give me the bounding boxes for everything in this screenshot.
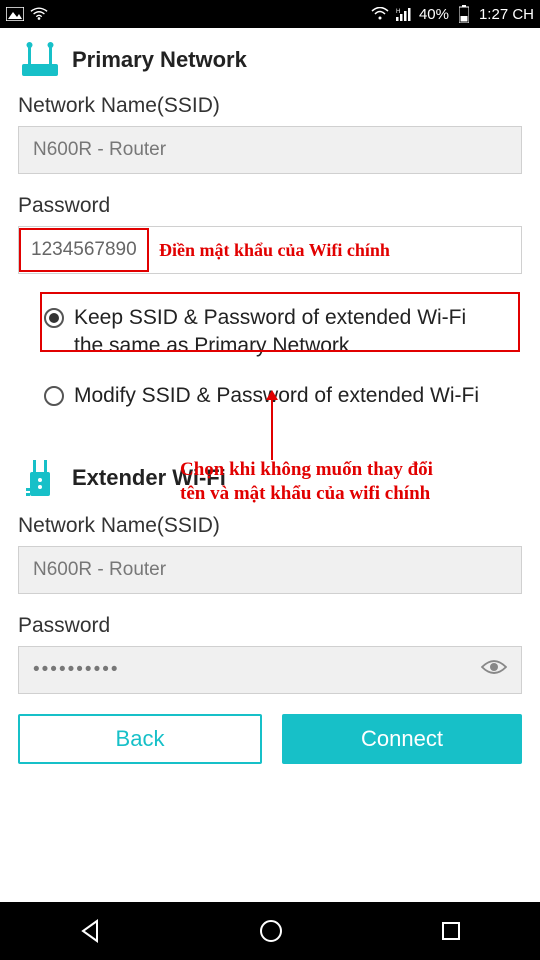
primary-password-label: Password bbox=[18, 194, 522, 218]
router-icon bbox=[18, 42, 62, 78]
back-button-label: Back bbox=[116, 726, 165, 752]
connect-button-label: Connect bbox=[361, 726, 443, 752]
battery-icon bbox=[455, 5, 473, 23]
radio-unchecked-icon bbox=[44, 386, 64, 406]
extender-icon bbox=[18, 458, 62, 498]
nav-back-icon[interactable] bbox=[76, 917, 104, 945]
option-modify-ssid[interactable]: Modify SSID & Password of extended Wi-Fi bbox=[44, 376, 496, 420]
main-content: Primary Network Network Name(SSID) N600R… bbox=[0, 28, 540, 694]
primary-ssid-label: Network Name(SSID) bbox=[18, 94, 522, 118]
battery-percent: 40% bbox=[419, 6, 449, 23]
primary-section-header: Primary Network bbox=[18, 42, 522, 78]
status-bar: H 40% 1:27 CH bbox=[0, 0, 540, 28]
password-annotation: Điền mật khẩu của Wifi chính bbox=[159, 240, 390, 261]
wifi-icon bbox=[30, 5, 48, 23]
android-nav-bar bbox=[0, 902, 540, 960]
extender-section-header: Extender Wi-Fi bbox=[18, 458, 522, 498]
connect-button[interactable]: Connect bbox=[282, 714, 522, 764]
primary-password-highlight: 1234567890 bbox=[19, 228, 149, 272]
primary-title: Primary Network bbox=[72, 47, 247, 73]
extender-ssid-value: N600R - Router bbox=[33, 559, 166, 581]
extender-password-input[interactable]: •••••••••• bbox=[18, 646, 522, 694]
extender-password-label: Password bbox=[18, 614, 522, 638]
extender-password-value: •••••••••• bbox=[33, 659, 120, 681]
cell-signal-icon: H bbox=[395, 5, 413, 23]
option-keep-label: Keep SSID & Password of extended Wi-Fi t… bbox=[74, 304, 496, 360]
primary-ssid-input[interactable]: N600R - Router bbox=[18, 126, 522, 174]
extender-title: Extender Wi-Fi bbox=[72, 465, 226, 491]
svg-text:H: H bbox=[396, 9, 400, 15]
option-keep-ssid[interactable]: Keep SSID & Password of extended Wi-Fi t… bbox=[44, 298, 496, 370]
eye-icon[interactable] bbox=[481, 658, 507, 682]
nav-recent-icon[interactable] bbox=[438, 918, 464, 944]
nav-home-icon[interactable] bbox=[257, 917, 285, 945]
wifi-signal-icon bbox=[371, 5, 389, 23]
extender-ssid-input[interactable]: N600R - Router bbox=[18, 546, 522, 594]
primary-password-value: 1234567890 bbox=[31, 239, 137, 261]
primary-ssid-value: N600R - Router bbox=[33, 139, 166, 161]
clock-time: 1:27 CH bbox=[479, 6, 534, 23]
image-icon bbox=[6, 5, 24, 23]
option-modify-label: Modify SSID & Password of extended Wi-Fi bbox=[74, 382, 479, 410]
ssid-options-group: Keep SSID & Password of extended Wi-Fi t… bbox=[18, 298, 522, 420]
back-button[interactable]: Back bbox=[18, 714, 262, 764]
primary-password-input[interactable]: 1234567890 Điền mật khẩu của Wifi chính bbox=[18, 226, 522, 274]
extender-ssid-label: Network Name(SSID) bbox=[18, 514, 522, 538]
button-row: Back Connect bbox=[0, 714, 540, 764]
radio-checked-icon bbox=[44, 308, 64, 328]
